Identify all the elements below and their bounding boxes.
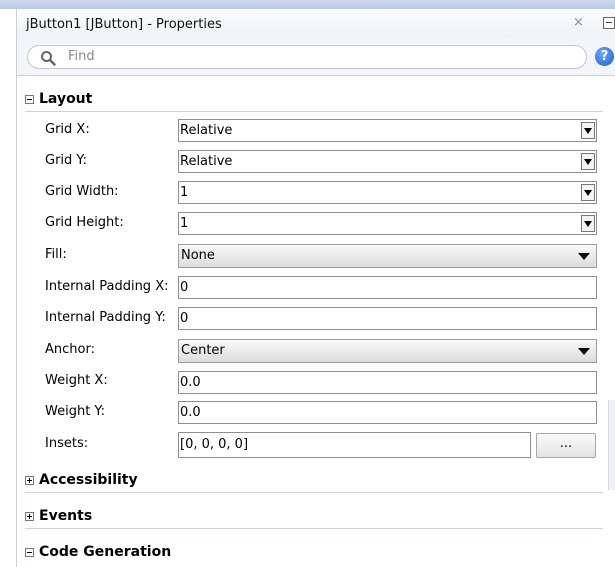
grid-height-value: 1: [180, 216, 189, 231]
section-divider: [25, 528, 603, 529]
internal-padding-y-field[interactable]: 0: [178, 307, 597, 330]
window-top-accent: [0, 0, 615, 9]
anchor-combo[interactable]: Center: [178, 339, 597, 363]
prop-internal-padding-y-label: Internal Padding Y:: [45, 310, 166, 325]
dropdown-arrow-icon[interactable]: [578, 253, 590, 260]
weight-x-field[interactable]: 0.0: [178, 371, 597, 394]
grid-width-value: 1: [180, 185, 189, 200]
property-sheet: Layout Grid X: Relative Grid Y: Relative…: [16, 76, 615, 567]
weight-y-value: 0.0: [180, 405, 201, 420]
weight-y-field[interactable]: 0.0: [178, 401, 597, 424]
grid-x-combo[interactable]: Relative: [178, 119, 597, 142]
search-placeholder: Find: [68, 49, 95, 64]
internal-padding-x-field[interactable]: 0: [178, 276, 597, 299]
grid-height-combo[interactable]: 1: [178, 212, 597, 235]
prop-grid-y-label: Grid Y:: [45, 153, 88, 168]
prop-insets-label: Insets:: [45, 436, 89, 451]
prop-weight-x-label: Weight X:: [45, 373, 108, 388]
collapse-icon[interactable]: [25, 548, 34, 557]
internal-padding-y-value: 0: [180, 311, 189, 326]
section-layout-label: Layout: [39, 91, 93, 107]
grid-x-value: Relative: [180, 123, 233, 138]
fill-value: None: [181, 248, 215, 263]
insets-field[interactable]: [0, 0, 0, 0]: [178, 432, 531, 458]
search-icon: [41, 51, 56, 66]
prop-weight-y-label: Weight Y:: [45, 404, 106, 419]
expand-icon[interactable]: [25, 512, 34, 521]
section-divider: [25, 111, 603, 112]
prop-fill-label: Fill:: [45, 247, 67, 262]
dropdown-arrow-icon[interactable]: [581, 184, 595, 201]
weight-x-value: 0.0: [180, 375, 201, 390]
minimize-icon[interactable]: [603, 17, 615, 29]
scrollbar[interactable]: [608, 400, 615, 490]
fill-combo[interactable]: None: [178, 244, 597, 268]
grid-width-combo[interactable]: 1: [178, 181, 597, 204]
section-accessibility-label: Accessibility: [39, 472, 138, 488]
internal-padding-x-value: 0: [180, 280, 189, 295]
section-events-label: Events: [39, 508, 93, 524]
help-icon[interactable]: ?: [595, 47, 614, 66]
properties-title-bar: jButton1 [JButton] - Properties ×: [16, 9, 615, 39]
dropdown-arrow-icon[interactable]: [581, 215, 595, 232]
grid-y-combo[interactable]: Relative: [178, 150, 597, 173]
close-icon[interactable]: ×: [573, 15, 584, 30]
section-code-generation-label: Code Generation: [39, 544, 172, 560]
collapse-icon[interactable]: [25, 95, 34, 104]
prop-grid-height-label: Grid Height:: [45, 215, 124, 230]
prop-grid-width-label: Grid Width:: [45, 184, 119, 199]
insets-value: [0, 0, 0, 0]: [180, 437, 249, 452]
section-divider: [25, 492, 603, 493]
window-title: jButton1 [JButton] - Properties: [26, 17, 222, 32]
expand-icon[interactable]: [25, 476, 34, 485]
anchor-value: Center: [181, 343, 225, 358]
search-input[interactable]: Find: [27, 45, 587, 69]
dropdown-arrow-icon[interactable]: [581, 153, 595, 170]
grid-y-value: Relative: [180, 154, 233, 169]
dropdown-arrow-icon[interactable]: [578, 348, 590, 355]
prop-internal-padding-x-label: Internal Padding X:: [45, 279, 169, 294]
prop-anchor-label: Anchor:: [45, 342, 95, 357]
dropdown-arrow-icon[interactable]: [581, 122, 595, 139]
insets-edit-button[interactable]: ...: [536, 433, 596, 458]
find-bar: Find ?: [16, 39, 615, 76]
prop-grid-x-label: Grid X:: [45, 122, 90, 137]
